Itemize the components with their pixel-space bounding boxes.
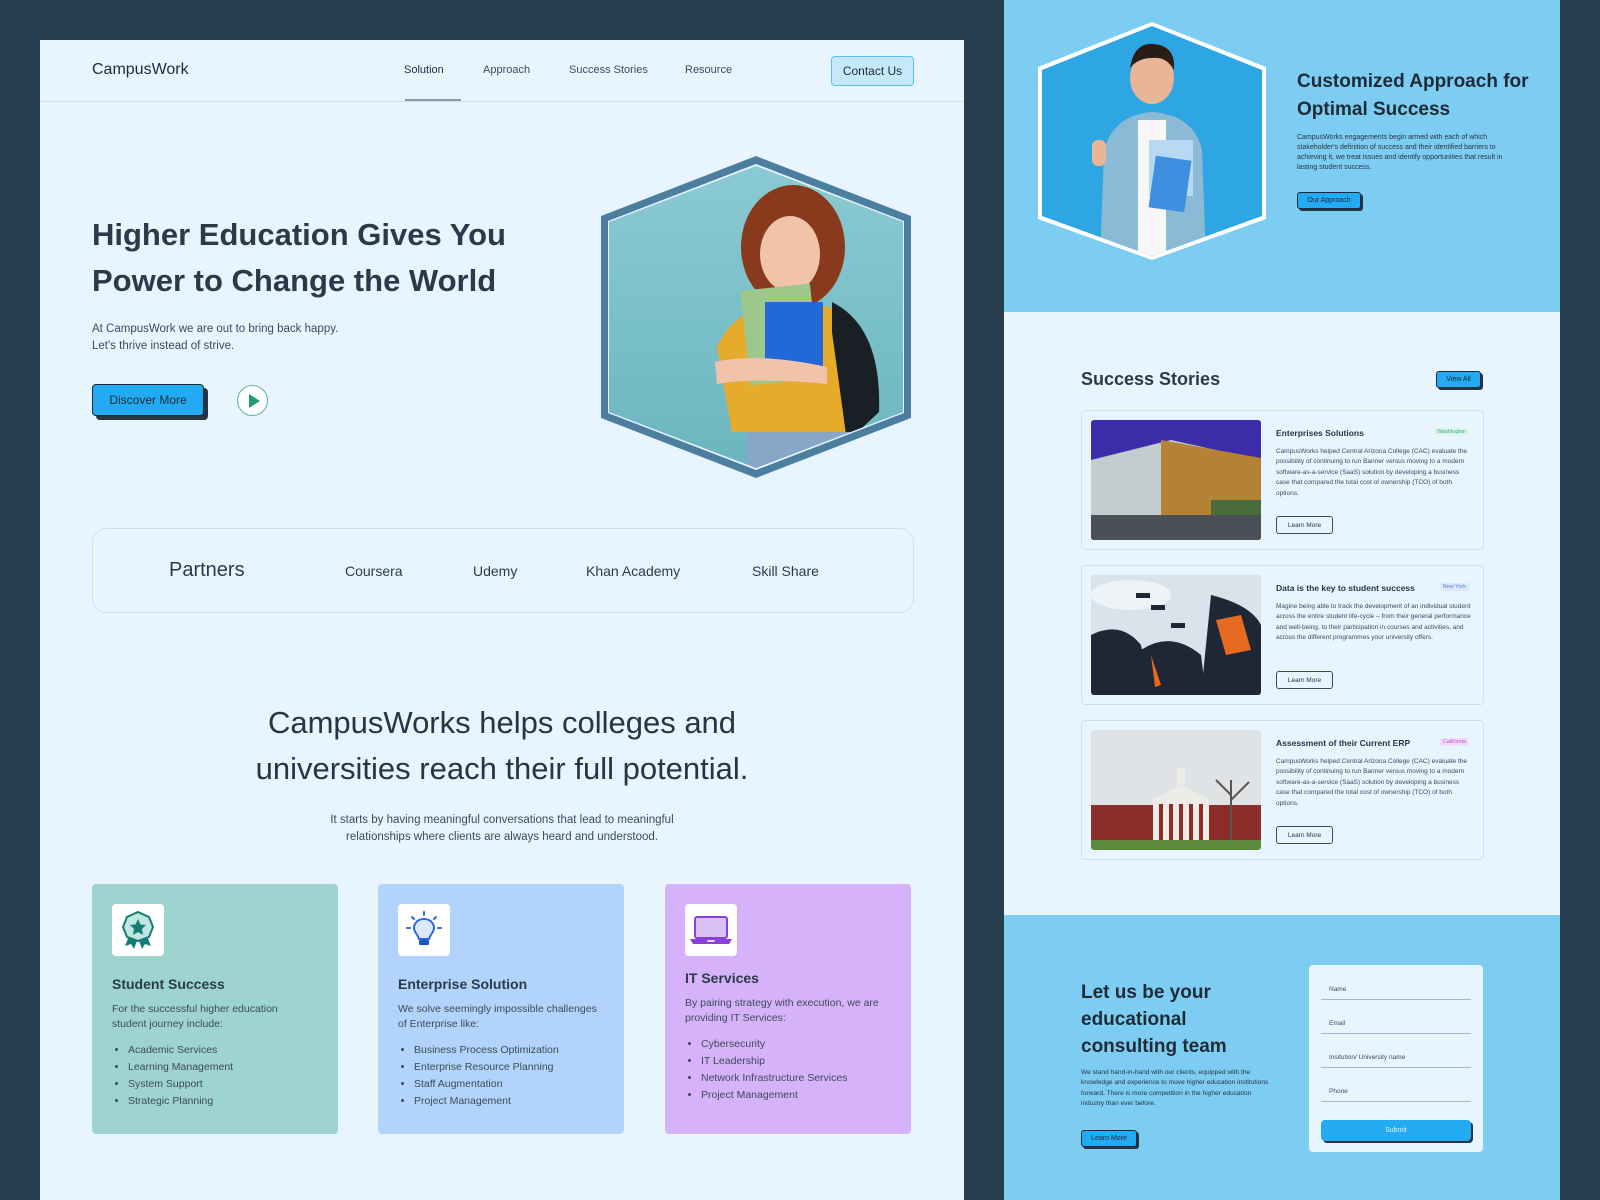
partners-bar: Partners Coursera Udemy Khan Academy Ski… <box>92 528 914 613</box>
service-title: Student Success <box>112 976 225 992</box>
learn-more-button[interactable]: Learn More <box>1276 671 1333 689</box>
service-list-item: System Support <box>128 1076 318 1093</box>
service-title: Enterprise Solution <box>398 976 528 992</box>
mission-title-line: universities reach their full potential. <box>255 751 749 786</box>
story-card: Assessment of their Current ERP Californ… <box>1081 720 1484 860</box>
nav-item-success-stories[interactable]: Success Stories <box>569 64 648 76</box>
hero-subtitle: At CampusWork we are out to bring back h… <box>92 321 392 355</box>
learn-more-button[interactable]: Learn More <box>1276 516 1333 534</box>
contact-desc: We stand hand-in-hand with our clients, … <box>1081 1069 1269 1108</box>
service-list-item: Cybersecurity <box>701 1036 891 1053</box>
landing-page-secondary: Customized Approach for Optimal Success … <box>1004 0 1560 1200</box>
hero-image <box>601 156 911 478</box>
top-nav: CampusWork Solution Approach Success Sto… <box>40 40 964 102</box>
story-body: CampusWorks helped Central Arizona Colle… <box>1276 758 1468 807</box>
nav-item-approach[interactable]: Approach <box>483 64 530 76</box>
success-stories-title: Success Stories <box>1081 369 1221 389</box>
service-list-item: Project Management <box>701 1087 891 1104</box>
service-list-item: Strategic Planning <box>128 1093 318 1110</box>
approach-title: Customized Approach for Optimal Success <box>1297 71 1529 120</box>
nav-item-resource[interactable]: Resource <box>685 64 732 76</box>
our-approach-button[interactable]: Our Approach <box>1297 192 1361 209</box>
partner-coursera[interactable]: Coursera <box>345 563 403 579</box>
phone-field[interactable] <box>1321 1082 1471 1102</box>
hero-subtitle-line: At CampusWork we are out to bring back h… <box>92 323 339 335</box>
story-card: Enterprises Solutions Washington CampusW… <box>1081 410 1484 550</box>
discover-more-button[interactable]: Discover More <box>92 384 204 416</box>
story-image-historic-college <box>1091 730 1261 850</box>
approach-section: Customized Approach for Optimal Success … <box>1004 0 1560 312</box>
story-image-campus-building <box>1091 420 1261 540</box>
story-title: Enterprises Solutions <box>1276 428 1364 438</box>
icon-box <box>112 904 164 956</box>
mission-sub-line: relationships where clients are always h… <box>346 831 658 843</box>
story-body: CampusWorks helped Central Arizona Colle… <box>1276 448 1468 497</box>
service-card-student-success[interactable]: Student Success For the successful highe… <box>92 884 338 1134</box>
service-list: Business Process Optimization Enterprise… <box>398 1042 604 1110</box>
institution-field[interactable] <box>1321 1048 1471 1068</box>
mission-title-line: CampusWorks helps colleges and <box>267 705 737 740</box>
service-desc: By pairing strategy with execution, we a… <box>685 997 879 1024</box>
service-list-item: Learning Management <box>128 1059 318 1076</box>
story-title: Data is the key to student success <box>1276 583 1415 593</box>
learn-more-button[interactable]: Learn More <box>1276 826 1333 844</box>
play-icon <box>248 393 260 408</box>
icon-box <box>398 904 450 956</box>
submit-button[interactable]: Submit <box>1321 1120 1471 1141</box>
contact-form: Submit <box>1309 965 1483 1152</box>
service-card-it-services[interactable]: IT Services By pairing strategy with exe… <box>665 884 911 1134</box>
service-list-item: Project Management <box>414 1093 604 1110</box>
hero-subtitle-line: Let's thrive instead of strive. <box>92 340 235 352</box>
story-image-graduates <box>1091 575 1261 695</box>
partners-title: Partners <box>169 559 245 581</box>
mission-title: CampusWorks helps colleges and universit… <box>40 700 964 792</box>
mission-subtitle: It starts by having meaningful conversat… <box>40 812 964 846</box>
service-list: Academic Services Learning Management Sy… <box>112 1042 318 1110</box>
contact-title: Let us be your educational consulting te… <box>1081 982 1227 1057</box>
landing-page-main: CampusWork Solution Approach Success Sto… <box>40 40 964 1200</box>
approach-desc: CampusWorks engagements begin armed with… <box>1297 134 1503 171</box>
service-desc: We solve seemingly impossible challenges… <box>398 1003 597 1030</box>
story-title: Assessment of their Current ERP <box>1276 738 1411 748</box>
email-field[interactable] <box>1321 1014 1471 1034</box>
lightbulb-icon <box>406 911 442 945</box>
icon-box <box>685 904 737 956</box>
hero-title: Higher Education Gives You Power to Chan… <box>92 217 506 298</box>
name-field[interactable] <box>1321 980 1471 1000</box>
service-list-item: IT Leadership <box>701 1053 891 1070</box>
location-tag: Washington <box>1434 428 1469 436</box>
partner-skill-share[interactable]: Skill Share <box>752 563 819 579</box>
service-list-item: Business Process Optimization <box>414 1042 604 1059</box>
active-nav-indicator <box>405 99 461 101</box>
service-title: IT Services <box>685 970 759 986</box>
nav-item-solution[interactable]: Solution <box>404 64 444 76</box>
contact-us-button[interactable]: Contact Us <box>831 56 914 86</box>
approach-image <box>1038 22 1266 260</box>
service-list-item: Enterprise Resource Planning <box>414 1059 604 1076</box>
story-body: Magine being able to track the developme… <box>1276 603 1471 642</box>
story-card: Data is the key to student success New Y… <box>1081 565 1484 705</box>
contact-section: Let us be your educational consulting te… <box>1004 915 1560 1200</box>
partner-udemy[interactable]: Udemy <box>473 563 517 579</box>
service-list-item: Network Infrastructure Services <box>701 1070 891 1087</box>
location-tag: New York <box>1439 583 1469 591</box>
laptop-icon <box>690 916 732 944</box>
logo[interactable]: CampusWork <box>92 61 189 79</box>
location-tag: California <box>1439 738 1469 746</box>
service-list-item: Staff Augmentation <box>414 1076 604 1093</box>
contact-learn-more-button[interactable]: Learn More <box>1081 1130 1137 1147</box>
service-list: Cybersecurity IT Leadership Network Infr… <box>685 1036 891 1104</box>
mission-sub-line: It starts by having meaningful conversat… <box>330 814 674 826</box>
play-video-button[interactable] <box>237 385 268 416</box>
partner-khan-academy[interactable]: Khan Academy <box>586 563 680 579</box>
service-card-enterprise-solution[interactable]: Enterprise Solution We solve seemingly i… <box>378 884 624 1134</box>
award-badge-icon <box>121 910 155 949</box>
view-all-button[interactable]: View All <box>1436 371 1481 388</box>
service-list-item: Academic Services <box>128 1042 318 1059</box>
service-desc: For the successful higher education stud… <box>112 1003 278 1030</box>
